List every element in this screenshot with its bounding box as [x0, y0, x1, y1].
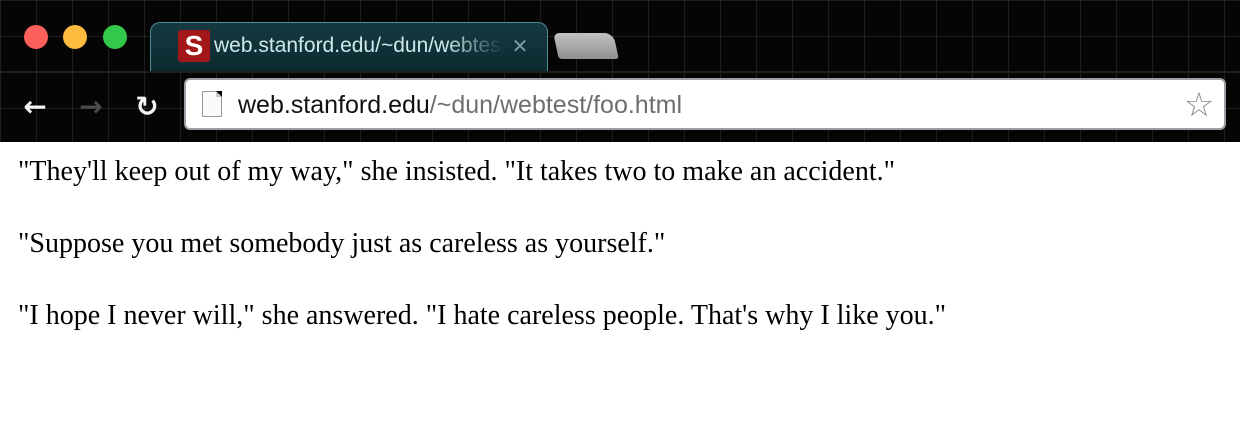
new-tab-button[interactable] — [553, 33, 619, 59]
url-text[interactable]: web.stanford.edu/~dun/webtest/foo.html — [238, 88, 682, 122]
paragraph: "I hope I never will," she answered. "I … — [18, 300, 947, 331]
back-arrow-icon[interactable]: ← — [16, 88, 54, 126]
tab-close-icon[interactable]: ✕ — [508, 32, 532, 60]
window-close-button[interactable] — [24, 25, 48, 49]
bookmark-star-icon[interactable]: ☆ — [1180, 86, 1218, 124]
forward-arrow-icon[interactable]: → — [72, 88, 110, 126]
paragraph: "Suppose you met somebody just as carele… — [18, 228, 666, 259]
browser-chrome: S web.stanford.edu/~dun/webtest/foo.html… — [0, 0, 1240, 142]
tab-title: web.stanford.edu/~dun/webtest/foo.html — [214, 34, 504, 57]
url-path: /~dun/webtest/foo.html — [429, 91, 683, 119]
paragraph: "They'll keep out of my way," she insist… — [18, 156, 896, 187]
window-minimize-button[interactable] — [63, 25, 87, 49]
page-content: "They'll keep out of my way," she insist… — [18, 152, 1218, 368]
page-icon — [202, 91, 222, 117]
stanford-favicon-icon: S — [178, 30, 210, 62]
toolbar-divider — [0, 71, 1240, 73]
window-maximize-button[interactable] — [103, 25, 127, 49]
address-bar[interactable]: web.stanford.edu/~dun/webtest/foo.html ☆ — [184, 78, 1226, 130]
reload-icon[interactable]: ↻ — [128, 88, 166, 126]
url-host: web.stanford.edu — [238, 91, 430, 119]
